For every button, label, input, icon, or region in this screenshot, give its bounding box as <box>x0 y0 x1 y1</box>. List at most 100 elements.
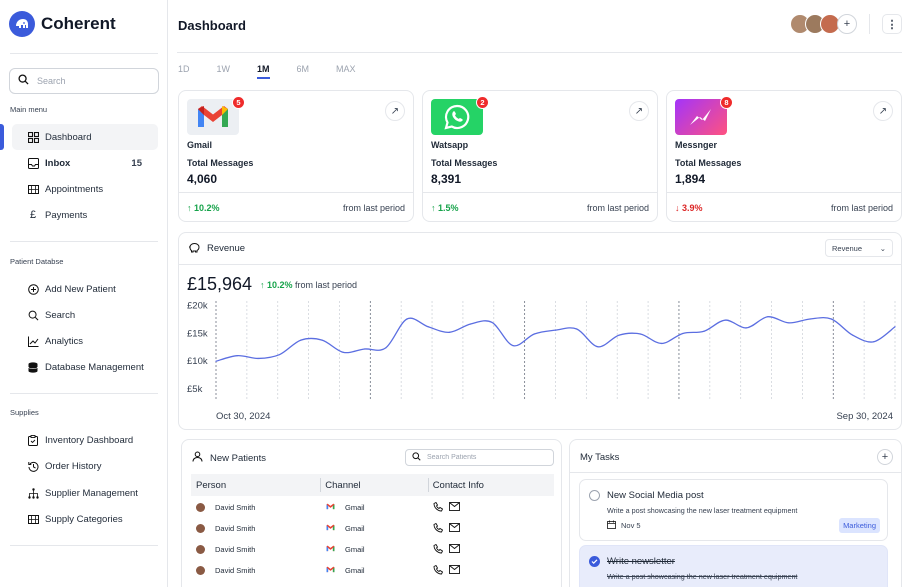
team-avatars[interactable]: + <box>790 14 857 34</box>
stat-card-messenger[interactable]: 8 ↗ Messnger Total Messages 1,894 ↓ 3.9%… <box>666 90 902 222</box>
stat-card-whatsapp[interactable]: 2 ↗ Watsapp Total Messages 8,391 ↑ 1.5% … <box>422 90 658 222</box>
column-header-channel[interactable]: Channel <box>321 480 427 491</box>
sidebar-item-order-history[interactable]: Order History <box>12 453 158 479</box>
my-tasks-card: My Tasks + New Social Media post Write a… <box>569 439 902 587</box>
task-checkbox[interactable] <box>589 556 600 567</box>
open-arrow-icon[interactable]: ↗ <box>873 101 893 121</box>
divider <box>10 545 158 546</box>
phone-icon[interactable] <box>433 501 444 514</box>
person-name: David Smith <box>215 545 256 554</box>
task-description: Write a post showcasing the new laser tr… <box>607 506 798 515</box>
sidebar-item-search[interactable]: Search <box>12 302 158 328</box>
period-tab-1m[interactable]: 1M <box>257 64 270 79</box>
phone-icon[interactable] <box>433 543 444 556</box>
database-icon <box>27 361 39 373</box>
data-point <box>576 328 578 330</box>
divider <box>177 52 902 53</box>
stat-value: 8,391 <box>431 172 462 186</box>
sidebar-item-payments[interactable]: £ Payments <box>12 202 158 228</box>
sidebar-item-label: Inventory Dashboard <box>45 434 134 446</box>
data-point <box>724 319 726 321</box>
sidebar-item-appointments[interactable]: Appointments <box>12 176 158 202</box>
patient-search-input[interactable] <box>427 454 542 461</box>
period-tab-1w[interactable]: 1W <box>217 64 231 77</box>
period-tab-max[interactable]: MAX <box>336 64 356 77</box>
period-tab-1d[interactable]: 1D <box>178 64 190 77</box>
task-item[interactable]: Write newsletter Write a post showcasing… <box>579 545 888 587</box>
data-point <box>894 326 896 328</box>
mail-icon[interactable] <box>449 565 460 576</box>
app-name: Watsapp <box>431 140 469 150</box>
channel-name: Gmail <box>345 566 365 575</box>
brand-logo[interactable]: Coherent <box>9 11 116 37</box>
task-item[interactable]: New Social Media post Write a post showc… <box>579 479 888 541</box>
add-task-button[interactable]: + <box>877 449 893 465</box>
sidebar-search-input[interactable] <box>37 76 147 86</box>
revenue-metric-select[interactable]: Revenue ⌄ <box>825 239 893 257</box>
search-icon <box>18 74 29 88</box>
data-point <box>215 360 217 362</box>
task-title: New Social Media post <box>607 490 704 501</box>
table-row[interactable]: David Smith Gmail <box>191 539 554 560</box>
sidebar-item-dashboard[interactable]: Dashboard <box>12 124 158 150</box>
column-header-contact[interactable]: Contact Info <box>429 480 554 491</box>
page-title: Dashboard <box>178 18 246 33</box>
sidebar-item-analytics[interactable]: Analytics <box>12 328 158 354</box>
mail-icon[interactable] <box>449 523 460 534</box>
phone-icon[interactable] <box>433 522 444 535</box>
active-indicator <box>0 124 4 150</box>
open-arrow-icon[interactable]: ↗ <box>629 101 649 121</box>
whatsapp-icon <box>431 99 483 135</box>
person-name: David Smith <box>215 503 256 512</box>
line-chart-icon <box>27 335 39 347</box>
data-point <box>342 351 344 353</box>
sidebar-item-inventory-dashboard[interactable]: Inventory Dashboard <box>12 427 158 453</box>
x-start-label: Oct 30, 2024 <box>216 411 270 422</box>
open-arrow-icon[interactable]: ↗ <box>385 101 405 121</box>
stat-card-gmail[interactable]: 5 ↗ Gmail Total Messages 4,060 ↑ 10.2% f… <box>178 90 414 222</box>
task-due-date: Nov 5 <box>607 520 641 531</box>
more-menu-button[interactable]: ⋮ <box>882 14 902 34</box>
data-point <box>682 332 684 335</box>
sidebar-item-supplier-management[interactable]: Supplier Management <box>12 480 158 506</box>
revenue-select-value: Revenue <box>832 243 863 253</box>
check-icon <box>591 559 598 565</box>
stat-label: Total Messages <box>431 158 498 168</box>
stat-delta: ↑ 10.2% <box>187 203 220 213</box>
sidebar-item-add-new-patient[interactable]: Add New Patient <box>12 276 158 302</box>
stat-footer-text: from last period <box>342 203 405 213</box>
table-row[interactable]: David Smith Gmail <box>191 560 554 581</box>
sidebar-search[interactable] <box>9 68 159 94</box>
gmail-icon <box>187 99 239 135</box>
divider <box>10 241 158 242</box>
task-checkbox[interactable] <box>589 490 600 501</box>
sidebar-item-inbox[interactable]: Inbox 15 <box>12 150 158 176</box>
sidebar-item-supply-categories[interactable]: Supply Categories <box>12 506 158 532</box>
table-row[interactable]: David Smith Gmail <box>191 518 554 539</box>
patient-search[interactable] <box>405 449 554 466</box>
stat-value: 1,894 <box>675 172 706 186</box>
data-point <box>406 318 408 320</box>
divider <box>10 393 158 394</box>
my-tasks-title: My Tasks <box>580 452 620 463</box>
stat-delta: ↑ 1.5% <box>431 203 459 213</box>
add-member-button[interactable]: + <box>837 14 857 34</box>
mail-icon[interactable] <box>449 502 460 513</box>
table-row[interactable]: David Smith Gmail <box>191 497 554 518</box>
stat-label: Total Messages <box>675 158 742 168</box>
data-point <box>491 321 493 323</box>
pound-icon: £ <box>29 209 37 221</box>
stat-delta: ↓ 3.9% <box>675 203 703 213</box>
column-header-person[interactable]: Person <box>191 480 320 491</box>
patient-section-label: Patient Databse <box>10 257 64 266</box>
notification-badge: 8 <box>720 96 733 109</box>
phone-icon[interactable] <box>433 564 444 577</box>
data-point <box>448 331 451 333</box>
stat-label: Total Messages <box>187 158 254 168</box>
period-tab-6m[interactable]: 6M <box>297 64 310 77</box>
y-tick-label: £5k <box>187 384 203 395</box>
data-point <box>873 341 875 343</box>
elephant-logo-icon <box>9 11 35 37</box>
mail-icon[interactable] <box>449 544 460 555</box>
sidebar-item-database-management[interactable]: Database Management <box>12 354 158 380</box>
